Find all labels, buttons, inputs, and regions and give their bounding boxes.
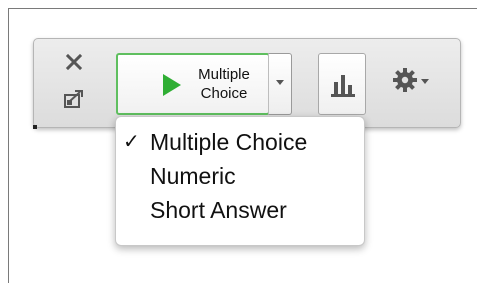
menu-item-short-answer[interactable]: Short Answer <box>116 195 364 225</box>
start-poll-label-line2: Choice <box>200 85 248 102</box>
menu-item-label: Short Answer <box>150 197 287 223</box>
checkmark-icon: ✓ <box>123 131 140 153</box>
play-icon <box>163 74 181 96</box>
settings-button[interactable] <box>388 57 438 107</box>
question-type-dropdown-toggle[interactable] <box>268 53 292 115</box>
question-type-menu: ✓ Multiple Choice Numeric Short Answer <box>115 116 365 246</box>
menu-item-numeric[interactable]: Numeric <box>116 161 364 191</box>
export-icon[interactable] <box>63 89 85 109</box>
start-poll-label: Multiple Choice <box>189 65 259 103</box>
menu-item-multiple-choice[interactable]: ✓ Multiple Choice <box>116 127 364 157</box>
chevron-down-icon <box>421 79 429 84</box>
poll-toolbar: Multiple Choice <box>33 38 461 129</box>
menu-item-label: Multiple Choice <box>150 129 308 155</box>
gear-icon <box>393 68 417 92</box>
close-icon[interactable] <box>65 53 83 71</box>
chevron-down-icon <box>276 80 284 85</box>
start-poll-label-line1: Multiple <box>198 66 250 83</box>
bar-chart-icon <box>331 75 355 97</box>
menu-item-label: Numeric <box>150 163 236 189</box>
start-poll-button[interactable]: Multiple Choice <box>116 53 270 115</box>
show-results-button[interactable] <box>318 53 366 115</box>
